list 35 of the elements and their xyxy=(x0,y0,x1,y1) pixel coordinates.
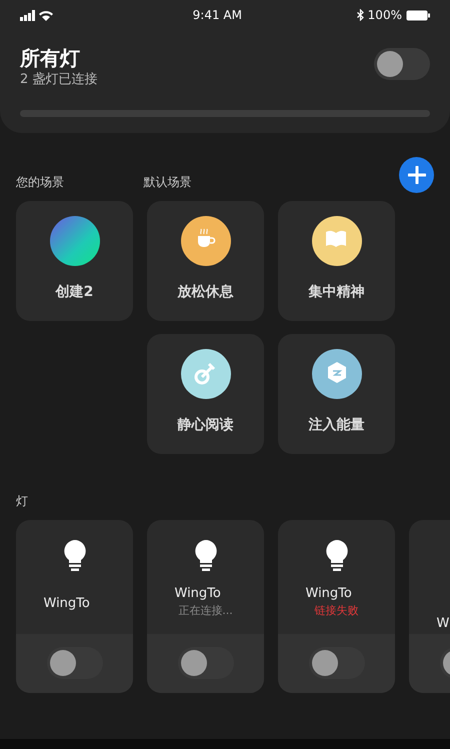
battery-icon xyxy=(406,10,430,20)
bulb-icon xyxy=(64,540,86,572)
section-label: 您的场景 xyxy=(16,174,64,188)
title: 所有灯 xyxy=(20,46,81,70)
light-name: WingTo xyxy=(306,584,353,602)
section-label: 默认场景 xyxy=(144,174,192,188)
toggle-switch[interactable] xyxy=(308,647,364,679)
scene-card[interactable]: 创建2 xyxy=(16,200,133,320)
section-label: 灯 xyxy=(16,494,28,508)
light-name: WingTo xyxy=(44,594,91,612)
add-button[interactable] xyxy=(399,156,434,192)
scene-card[interactable]: 放松休息 xyxy=(147,200,264,320)
light-status: 正在连接... xyxy=(178,603,233,619)
bulb-icon xyxy=(326,540,348,572)
battery-percent: 100% xyxy=(368,7,402,24)
light-card[interactable]: WingTo 正在连接... xyxy=(147,520,264,692)
bluetooth-icon xyxy=(356,9,364,21)
light-card[interactable]: Wi xyxy=(409,520,450,692)
connected-count: 2 盏灯已连接 xyxy=(20,71,98,89)
plus-icon xyxy=(408,166,426,184)
status-time: 9:41 AM xyxy=(192,7,242,24)
light-name: Wi xyxy=(436,614,450,632)
toggle-switch[interactable] xyxy=(178,647,234,679)
bulb-icon xyxy=(194,540,216,572)
signal-icon xyxy=(20,10,54,20)
light-name: WingTo xyxy=(174,584,222,602)
toggle-switch[interactable] xyxy=(46,647,102,679)
scene-card[interactable]: 集中精神 xyxy=(278,200,395,320)
light-card[interactable]: WingTo 链接失败 xyxy=(278,520,395,692)
toggle-switch[interactable] xyxy=(374,48,430,80)
gradient-circle-icon xyxy=(50,216,100,266)
scene-card[interactable]: 注入能量 xyxy=(278,334,395,454)
light-status: 链接失败 xyxy=(314,603,358,619)
light-card[interactable]: WingTo xyxy=(16,520,133,692)
scene-card[interactable]: 静心阅读 xyxy=(147,334,264,454)
